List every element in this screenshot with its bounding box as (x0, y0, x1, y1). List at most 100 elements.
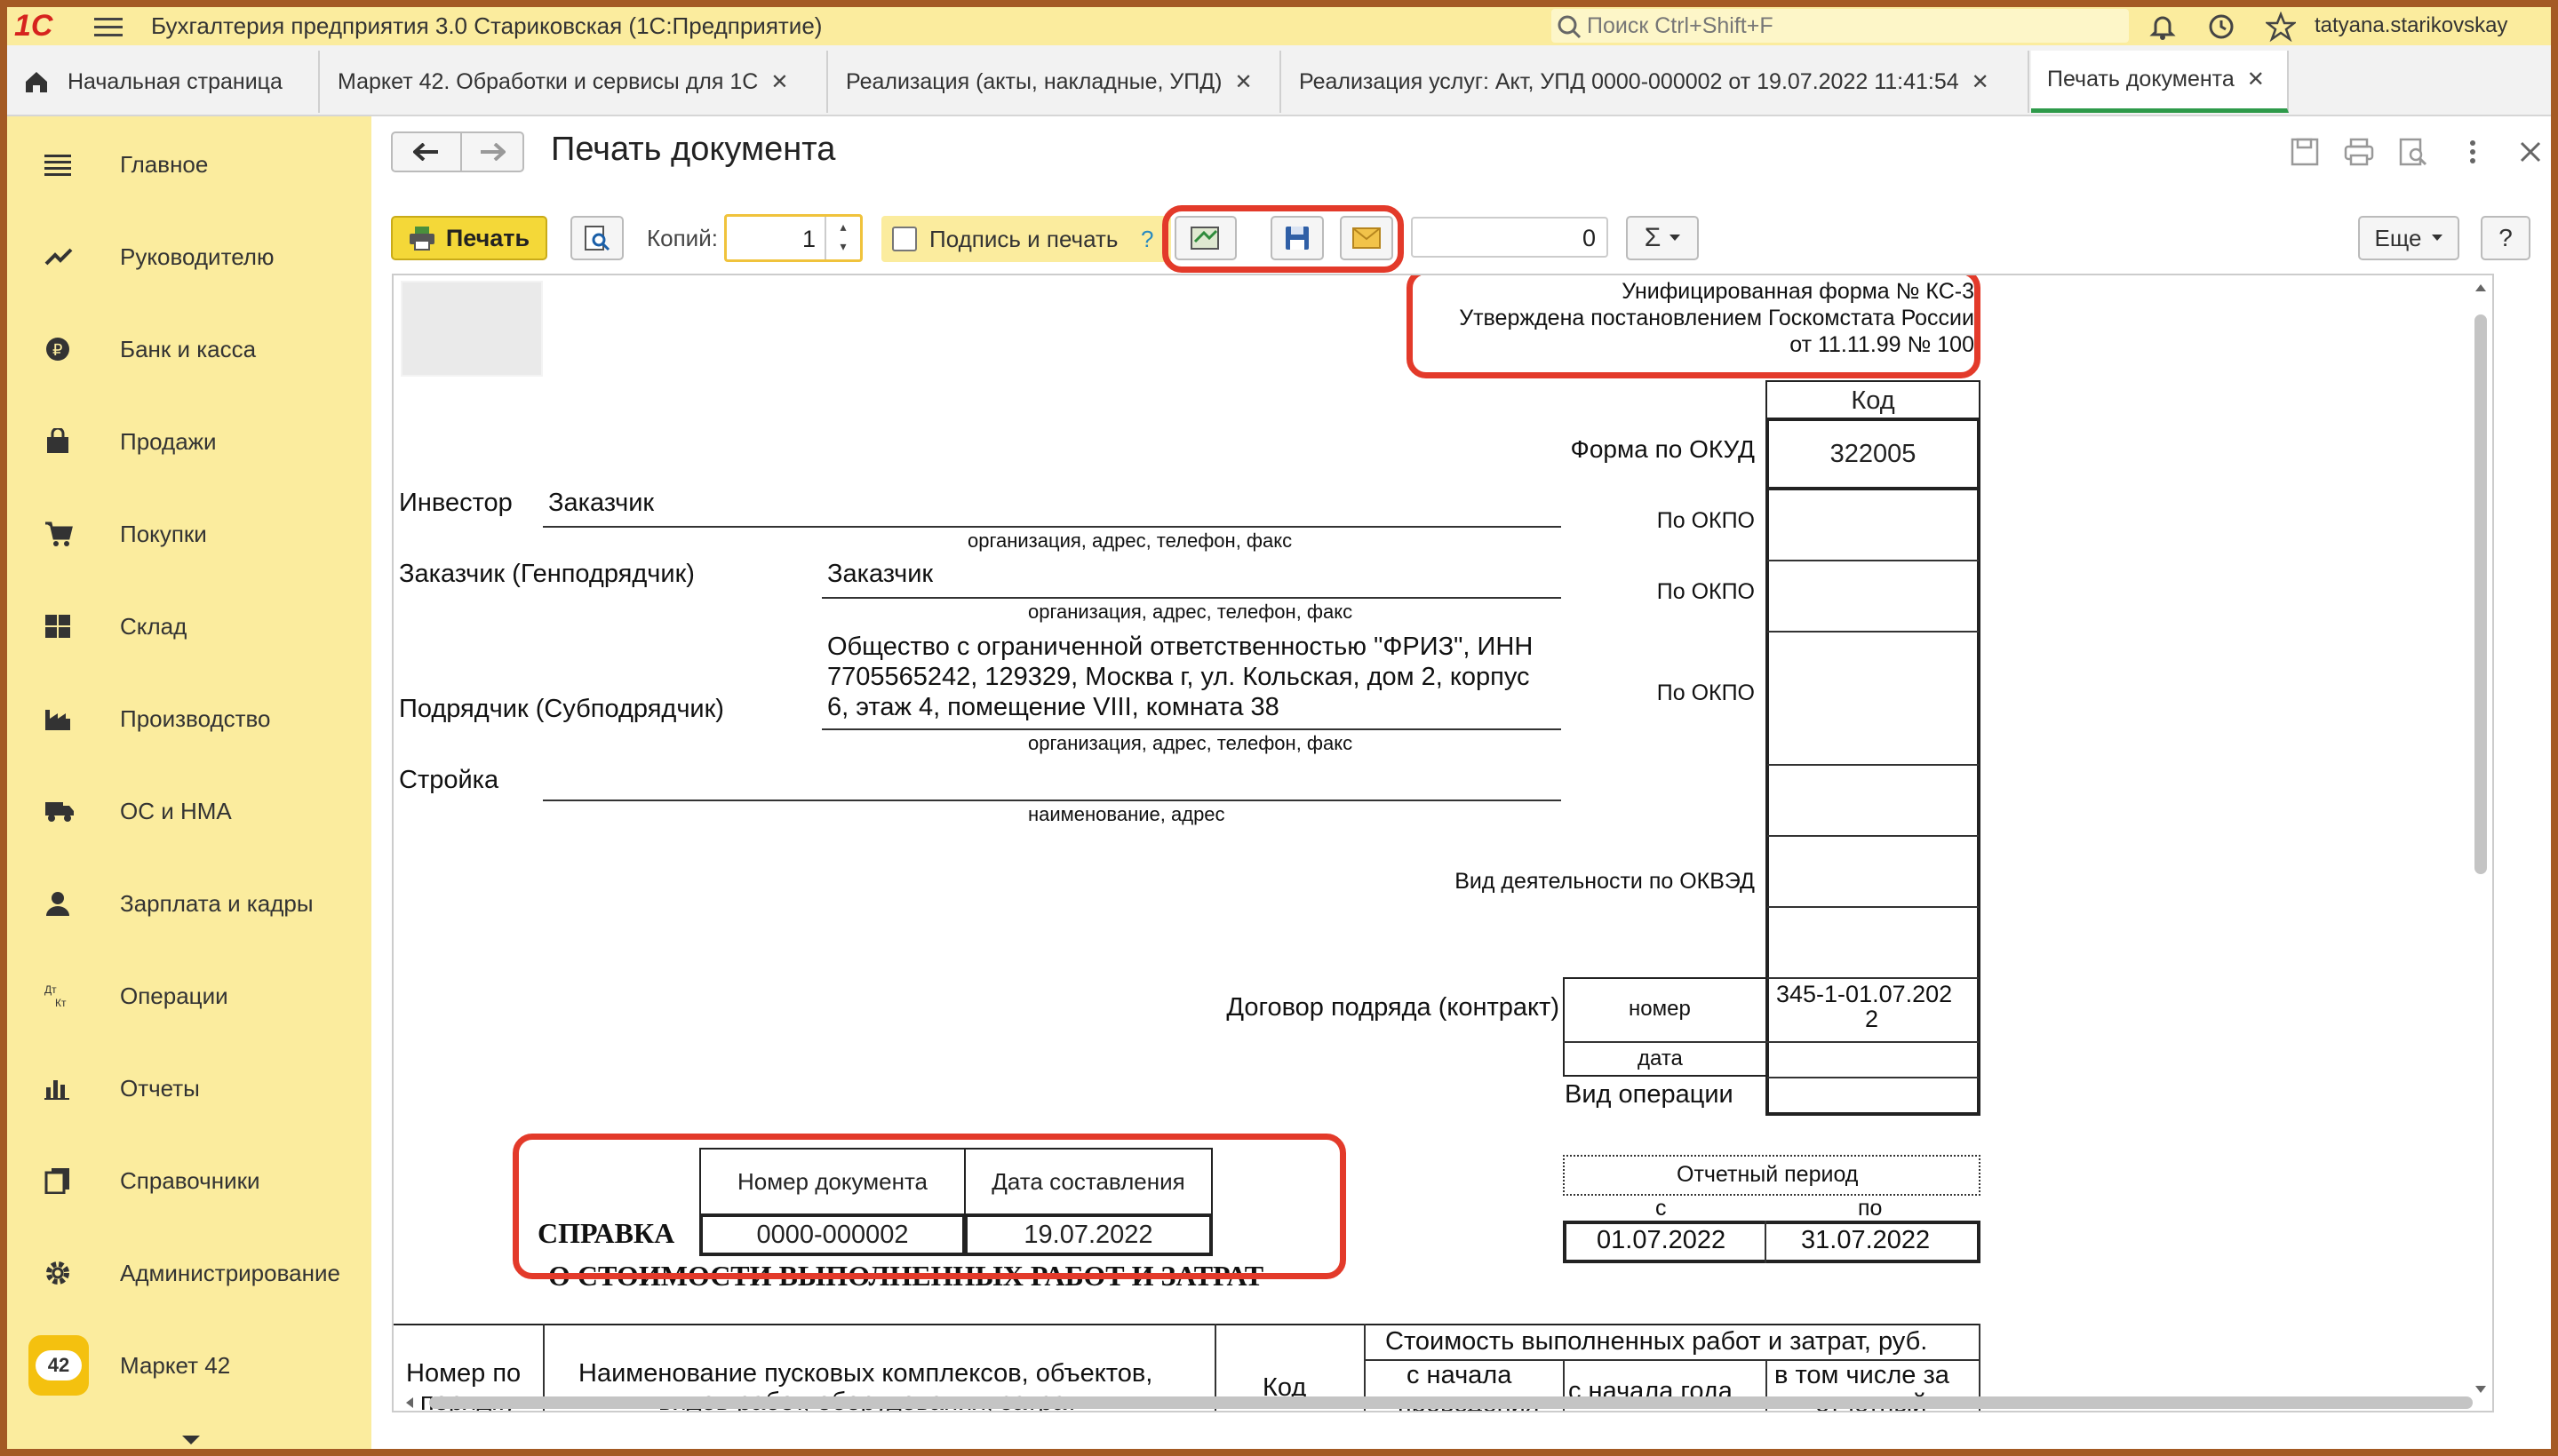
tab-label: Реализация услуг: Акт, УПД 0000-000002 о… (1299, 68, 1959, 94)
bell-icon[interactable] (2148, 12, 2177, 41)
horizontal-scrollbar[interactable] (394, 1393, 2473, 1411)
help-button[interactable]: ? (2481, 216, 2530, 260)
search-box[interactable]: Поиск Ctrl+Shift+F (1551, 9, 2129, 43)
close-form-icon[interactable] (2520, 141, 2541, 163)
tab-print-document[interactable]: Печать документа ✕ (2031, 51, 2289, 113)
sign-and-stamp-panel: Подпись и печать ? (881, 216, 1171, 262)
sidebar-item-bank[interactable]: ₽ Банк и касса (7, 314, 371, 385)
sidebar-item-admin[interactable]: Администрирование (7, 1237, 371, 1309)
document-preview[interactable]: Унифицированная форма № КС-3 Утверждена … (392, 274, 2494, 1412)
cart-icon (45, 521, 73, 546)
sidebar-item-catalogs[interactable]: Справочники (7, 1145, 371, 1216)
tab-realization-list[interactable]: Реализация (акты, накладные, УПД) ✕ (830, 51, 1281, 113)
sidebar-item-assets[interactable]: ОС и НМА (7, 776, 371, 847)
sidebar-item-main[interactable]: Главное (7, 129, 371, 200)
sidebar-item-market42[interactable]: 42 Маркет 42 (7, 1330, 371, 1401)
col-num-header: Номер по (406, 1359, 522, 1388)
copies-value: 1 (801, 226, 816, 252)
help-mark[interactable]: ? (1141, 226, 1153, 253)
preview-icon[interactable] (2399, 138, 2427, 166)
scroll-down-icon[interactable] (2475, 1386, 2486, 1393)
site-line (543, 800, 1561, 801)
magnifier-page-icon (585, 226, 610, 251)
sidebar-item-label: ОС и НМА (120, 797, 232, 824)
tab-realization-doc[interactable]: Реализация услуг: Акт, УПД 0000-000002 о… (1283, 51, 2029, 113)
copies-stepper[interactable]: ▴ ▾ (825, 217, 860, 259)
print-label: Печать (445, 224, 530, 251)
close-icon[interactable]: ✕ (1235, 69, 1253, 95)
history-icon[interactable] (2207, 12, 2235, 41)
scroll-down-icon[interactable] (181, 1435, 201, 1445)
scroll-left-icon[interactable] (406, 1397, 413, 1408)
print-button[interactable]: Печать (391, 216, 547, 260)
scroll-up-icon[interactable] (2475, 284, 2486, 291)
copies-input[interactable]: 1 ▴ ▾ (724, 214, 863, 262)
chevron-down-icon (2432, 235, 2443, 241)
sidebar-item-operations[interactable]: Дт Кт Операции (7, 960, 371, 1031)
forward-button[interactable] (460, 131, 524, 172)
sidebar-item-director[interactable]: Руководителю (7, 221, 371, 292)
form-header-line: Унифицированная форма № КС-3 (1622, 279, 1974, 304)
printer-icon (409, 227, 434, 251)
customer-label: Заказчик (Генподрядчик) (399, 560, 695, 588)
sidebar-item-salary[interactable]: Зарплата и кадры (7, 868, 371, 939)
period-to: 31.07.2022 (1801, 1226, 1931, 1254)
app-window: 1С Бухгалтерия предприятия 3.0 Стариковс… (7, 7, 2551, 1449)
app-logo[interactable]: 1С (14, 9, 52, 44)
code-row-divider (1767, 835, 1979, 837)
svg-text:Дт: Дт (44, 983, 57, 996)
close-icon[interactable]: ✕ (1972, 69, 1989, 95)
warehouse-icon (45, 615, 70, 638)
more-label: Еще (2374, 224, 2422, 251)
tab-home[interactable]: Начальная страница (7, 51, 320, 113)
sum-mode-button[interactable]: Σ (1626, 216, 1699, 260)
copies-label: Копий: (647, 225, 718, 251)
hamburger-icon[interactable] (94, 17, 123, 38)
back-button[interactable] (391, 131, 462, 172)
user-name[interactable]: tatyana.starikovskay (2315, 13, 2507, 38)
tab-bar: Начальная страница Маркет 42. Обработки … (7, 45, 2551, 116)
contractor-value: 6, этаж 4, помещение VIII, комната 38 (827, 693, 1279, 721)
close-icon[interactable]: ✕ (770, 69, 788, 95)
code-row-divider (1767, 560, 1979, 561)
sum-value: 0 (1582, 225, 1596, 251)
code-row-divider (1767, 764, 1979, 766)
sidebar-item-label: Руководителю (120, 243, 275, 270)
more-vertical-icon[interactable] (2468, 139, 2477, 164)
close-icon[interactable]: ✕ (2247, 67, 2265, 92)
printer-icon[interactable] (2344, 138, 2374, 166)
star-icon[interactable] (2266, 12, 2296, 42)
save-disk-icon[interactable] (2291, 138, 2319, 166)
truck-icon (45, 802, 74, 822)
bag-icon (47, 428, 68, 453)
sidebar-item-sales[interactable]: Продажи (7, 406, 371, 477)
okpo-label: По ОКПО (1656, 508, 1755, 533)
highlight-spravka (513, 1134, 1346, 1279)
more-button[interactable]: Еще (2358, 216, 2459, 260)
sidebar-item-label: Отчеты (120, 1074, 200, 1102)
org-caption: организация, адрес, телефон, факс (1028, 601, 1353, 623)
sign-and-stamp-label: Подпись и печать (929, 226, 1119, 252)
vertical-scrollbar[interactable] (2471, 279, 2490, 1405)
highlight-export-buttons (1162, 205, 1404, 273)
scrollbar-thumb[interactable] (2474, 314, 2487, 874)
sidebar-item-warehouse[interactable]: Склад (7, 591, 371, 662)
contractor-line (822, 728, 1561, 730)
sidebar-item-purchases[interactable]: Покупки (7, 498, 371, 569)
col-name-header: Наименование пусковых комплексов, объект… (578, 1359, 1153, 1388)
sidebar-item-label: Банк и касса (120, 335, 257, 362)
tab-market42[interactable]: Маркет 42. Обработки и сервисы для 1С ✕ (322, 51, 828, 113)
sidebar-item-reports[interactable]: Отчеты (7, 1053, 371, 1124)
sidebar-item-production[interactable]: Производство (7, 683, 371, 754)
period-to-label: по (1858, 1196, 1883, 1221)
sum-field[interactable]: 0 (1411, 217, 1608, 258)
scrollbar-thumb[interactable] (429, 1396, 2473, 1409)
period-divider (1765, 1221, 1766, 1263)
contractor-label: Подрядчик (Субподрядчик) (399, 695, 724, 723)
col-incl-header: в том числе за (1774, 1361, 1949, 1389)
preview-button[interactable] (570, 216, 624, 260)
logo-placeholder (401, 281, 543, 377)
sign-and-stamp-checkbox[interactable] (892, 227, 917, 251)
books-icon (44, 1168, 69, 1194)
code-row-divider (1767, 906, 1979, 908)
